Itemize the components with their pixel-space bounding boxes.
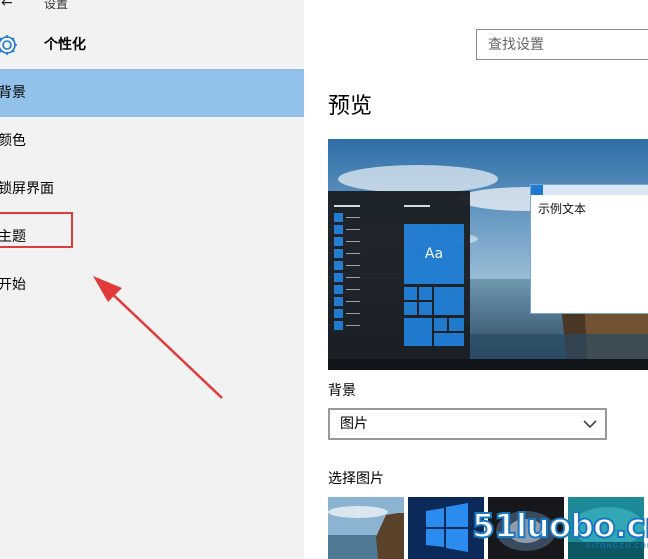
preview-window-accent [531,185,543,195]
picture-thumbnail[interactable] [488,497,564,559]
preview-tile-label: Aa [424,246,444,262]
sidebar-item-lock-screen[interactable]: 锁屏界面 [0,165,304,213]
search-input[interactable] [477,30,648,59]
section-title: 个性化 [44,37,86,53]
picture-thumbnail[interactable] [408,497,484,559]
sidebar-item-label: 颜色 [0,133,26,149]
thumbnail-image [328,497,404,559]
sidebar-item-background[interactable]: 背景 [0,69,304,117]
choose-picture-label: 选择图片 [328,471,384,487]
sidebar-item-label: 背景 [0,85,26,101]
app-title: 设置 [44,0,69,11]
theme-preview: Aa 示例文本 [328,139,648,370]
settings-sidebar: ← 设置 个性化 背景 颜色 锁屏界面 主题 开始 [0,0,304,559]
preview-title: 预览 [328,94,373,119]
thumbnail-image [408,497,484,559]
sidebar-item-label: 开始 [0,277,26,293]
background-type-select[interactable]: 图片 [328,408,607,440]
annotation-highlight-box [0,212,73,248]
preview-start-menu: Aa [328,191,470,359]
back-arrow-icon[interactable]: ← [1,0,13,10]
preview-sample-text: 示例文本 [538,202,587,216]
picture-thumbnail[interactable] [328,497,404,559]
preview-sample-window: 示例文本 [530,184,648,314]
picture-thumbnail[interactable] [568,497,644,559]
background-select-value: 图片 [340,416,368,432]
thumbnail-image [488,497,564,559]
thumbnail-image [568,497,644,559]
sidebar-item-colors[interactable]: 颜色 [0,117,304,165]
preview-window-titlebar [531,185,648,195]
preview-taskbar [328,359,648,370]
chevron-down-icon [583,420,597,429]
sidebar-item-start[interactable]: 开始 [0,261,304,309]
background-label: 背景 [328,383,356,399]
gear-icon [0,35,17,55]
sidebar-item-label: 锁屏界面 [0,181,54,197]
search-box[interactable] [476,29,648,60]
